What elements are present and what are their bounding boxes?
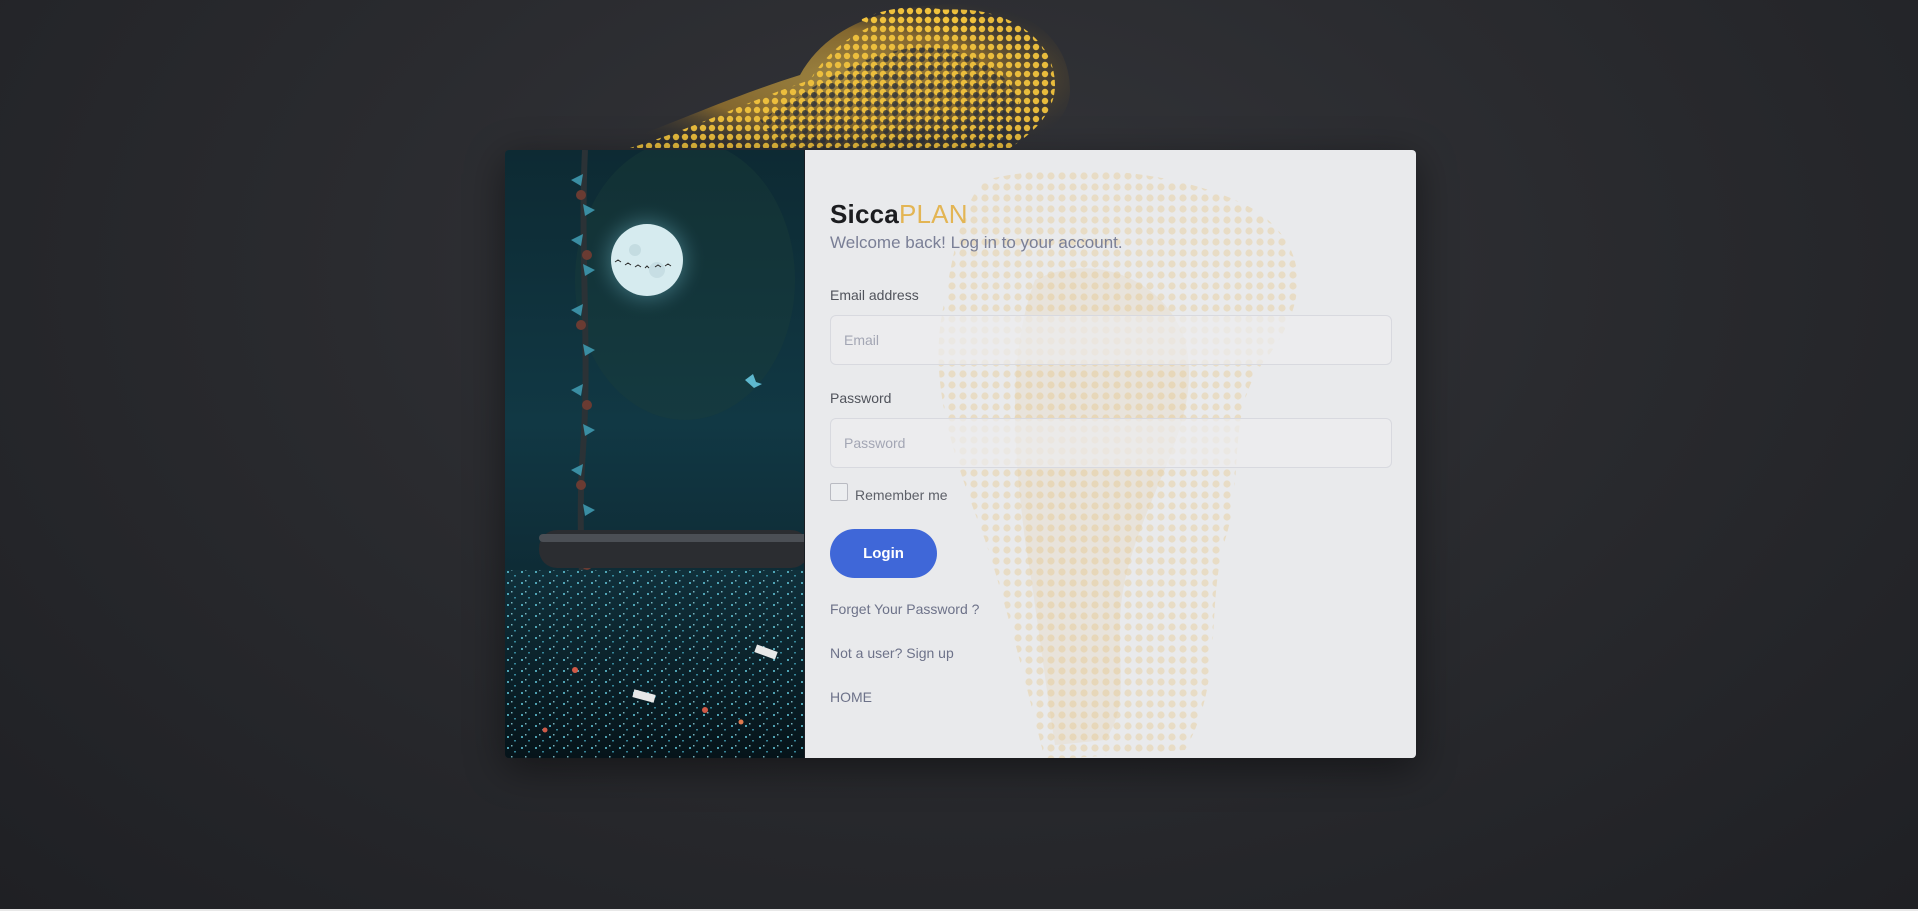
forgot-password-link[interactable]: Forget Your Password ?: [830, 600, 1390, 618]
signup-link[interactable]: Not a user? Sign up: [830, 644, 1390, 662]
login-illustration: [505, 150, 805, 758]
night-scene-image: [505, 150, 804, 758]
brand-logo: SiccaPLAN: [830, 198, 1390, 230]
remember-me-checkbox[interactable]: [830, 483, 848, 501]
welcome-subtitle: Welcome back! Log in to your account.: [830, 233, 1123, 252]
login-button[interactable]: Login: [830, 529, 937, 578]
decorative-particle-cloud: [610, 4, 1070, 151]
email-field[interactable]: [830, 315, 1392, 365]
remember-me-row: Remember me: [830, 483, 1390, 505]
home-link[interactable]: HOME: [830, 688, 1390, 706]
password-label: Password: [830, 390, 892, 406]
brand-name-accent: PLAN: [898, 199, 968, 229]
login-card: SiccaPLAN Welcome back! Log in to your a…: [505, 150, 1416, 758]
email-label: Email address: [830, 287, 919, 303]
password-field[interactable]: [830, 418, 1392, 468]
brand-name: Sicca: [830, 199, 899, 229]
login-form-panel: SiccaPLAN Welcome back! Log in to your a…: [805, 150, 1416, 758]
remember-me-label[interactable]: Remember me: [855, 487, 948, 503]
